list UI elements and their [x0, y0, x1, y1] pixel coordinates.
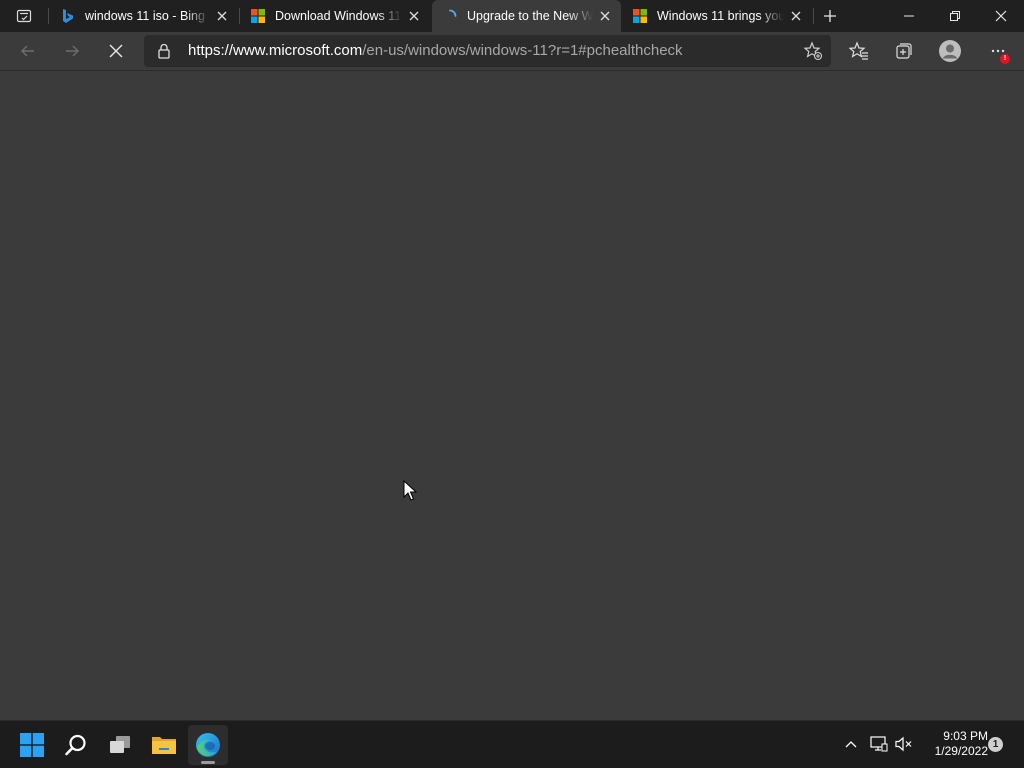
close-icon [995, 10, 1007, 22]
tab-actions-menu-button[interactable] [8, 4, 40, 28]
tab-title: windows 11 iso - Bing [85, 9, 205, 23]
task-view-icon [110, 736, 130, 753]
network-icon [870, 736, 888, 752]
tab-title: Upgrade to the New Windows 11 [467, 9, 593, 23]
close-window-button[interactable] [978, 0, 1024, 32]
update-badge: ! [1000, 54, 1010, 64]
add-favorite-button[interactable] [801, 39, 825, 63]
minimize-button[interactable] [886, 0, 932, 32]
file-explorer-icon [152, 737, 176, 754]
lock-icon[interactable] [156, 43, 172, 59]
page-content-loading [0, 71, 1024, 720]
volume-button[interactable] [893, 733, 915, 755]
tab-separator [48, 8, 49, 24]
back-arrow-icon [21, 45, 34, 57]
stop-x-icon [109, 44, 123, 58]
start-button[interactable] [12, 725, 52, 765]
close-tab-icon[interactable] [210, 4, 234, 28]
plus-icon [824, 10, 836, 22]
notification-badge[interactable]: 1 [988, 737, 1003, 752]
tab-separator [813, 8, 814, 24]
clock-time: 9:03 PM [943, 729, 988, 743]
address-bar[interactable]: https://www.microsoft.com/en-us/windows/… [144, 35, 831, 67]
forward-arrow-icon [66, 45, 79, 57]
collections-icon [896, 43, 912, 59]
collections-button[interactable] [888, 35, 920, 67]
tab-actions-icon [16, 9, 32, 23]
profile-button[interactable] [934, 35, 966, 67]
tab-bing[interactable]: windows 11 iso - Bing [50, 0, 238, 32]
edge-taskbar-button[interactable] [188, 725, 228, 765]
chevron-up-icon [845, 741, 857, 748]
forward-button[interactable] [56, 35, 88, 67]
taskbar-clock[interactable]: 9:03 PM 1/29/2022 [918, 729, 988, 759]
url-text[interactable]: https://www.microsoft.com/en-us/windows/… [188, 35, 683, 67]
navigation-toolbar: https://www.microsoft.com/en-us/windows/… [0, 32, 1024, 71]
edge-icon [196, 733, 220, 757]
settings-menu-button[interactable]: ! [982, 35, 1014, 67]
url-path: /en-us/windows/windows-11?r=1#pchealthch… [362, 42, 683, 59]
star-add-icon [803, 41, 823, 61]
task-view-button[interactable] [100, 725, 140, 765]
loading-spinner-icon [442, 8, 458, 24]
avatar [939, 40, 961, 62]
start-icon [20, 733, 44, 757]
taskbar-search-button[interactable] [56, 725, 96, 765]
running-indicator [201, 761, 215, 764]
tab-strip: windows 11 iso - Bing Download Windows 1… [0, 0, 1024, 32]
minimize-icon [904, 15, 914, 17]
network-button[interactable] [868, 733, 890, 755]
close-tab-icon[interactable] [784, 4, 808, 28]
tab-upgrade-windows-11[interactable]: Upgrade to the New Windows 11 [432, 0, 621, 32]
tab-title: Download Windows 11 [275, 9, 402, 23]
url-host: https://www.microsoft.com [188, 42, 363, 59]
tab-windows-11-brings[interactable]: Windows 11 brings you closer [622, 0, 812, 32]
mouse-pointer-icon [403, 480, 417, 501]
close-tab-icon[interactable] [593, 4, 617, 28]
new-tab-button[interactable] [818, 4, 842, 28]
tab-title: Windows 11 brings you closer [657, 9, 784, 23]
back-button[interactable] [12, 35, 44, 67]
taskbar: 9:03 PM 1/29/2022 1 [0, 720, 1024, 768]
microsoft-logo-icon [632, 8, 648, 24]
show-hidden-icons-button[interactable] [840, 733, 862, 755]
file-explorer-button[interactable] [144, 725, 184, 765]
restore-button[interactable] [932, 0, 978, 32]
bing-icon [60, 8, 76, 24]
stop-loading-button[interactable] [100, 35, 132, 67]
close-tab-icon[interactable] [402, 4, 426, 28]
favorites-star-icon [849, 41, 868, 60]
favorites-button[interactable] [843, 35, 875, 67]
microsoft-logo-icon [250, 8, 266, 24]
search-icon [65, 734, 86, 756]
tab-download-windows-11[interactable]: Download Windows 11 [240, 0, 430, 32]
clock-date: 1/29/2022 [934, 744, 988, 758]
restore-icon [950, 11, 960, 21]
volume-muted-icon [895, 736, 912, 752]
